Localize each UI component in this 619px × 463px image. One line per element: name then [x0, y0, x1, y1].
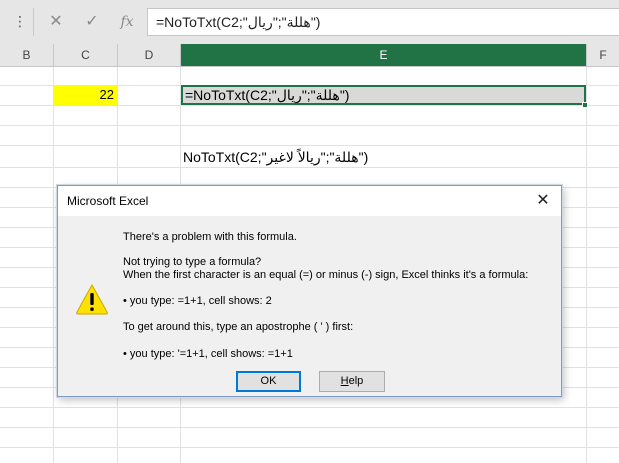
- grip-icon[interactable]: ⋮: [13, 13, 27, 29]
- help-button-label: elp: [348, 375, 364, 387]
- column-header-e[interactable]: E: [181, 44, 587, 66]
- row-line: [0, 447, 619, 448]
- row-line: [0, 427, 619, 428]
- warning-icon: [76, 283, 108, 315]
- enter-icon[interactable]: ✓: [80, 10, 104, 34]
- dialog-body: There's a problem with this formula. Not…: [58, 216, 561, 396]
- dialog-message-line: • you type: =1+1, cell shows: 2: [123, 295, 272, 307]
- cell-e5[interactable]: NoToTxt(C2;"هللة";"ريالاً لاغير"): [183, 147, 368, 167]
- cell-e2-active[interactable]: =NoToTxt(C2;"هللة";"ريال"): [181, 85, 586, 105]
- cell-c2[interactable]: 22: [54, 85, 118, 105]
- column-header-d[interactable]: D: [118, 44, 181, 66]
- row-line: [0, 167, 619, 168]
- cancel-icon[interactable]: ✕: [44, 10, 68, 34]
- formula-input[interactable]: =NoToTxt(C2;"هللة";"ريال"): [147, 8, 619, 36]
- dialog-title: Microsoft Excel: [67, 194, 149, 208]
- row-line: [0, 125, 619, 126]
- formula-bar-area: ⋮ ✕ ✓ fx =NoToTxt(C2;"هللة";"ريال"): [0, 0, 619, 44]
- fill-handle[interactable]: [582, 102, 588, 108]
- row-line: [0, 407, 619, 408]
- dialog-message-line: Not trying to type a formula?: [123, 256, 262, 268]
- ok-button[interactable]: OK: [236, 371, 301, 392]
- dialog-message-line: To get around this, type an apostrophe (…: [123, 321, 354, 333]
- column-line: [586, 67, 587, 463]
- column-line: [53, 67, 54, 463]
- column-headers: B C D E F: [0, 44, 619, 67]
- dialog-message-line: When the first character is an equal (=)…: [123, 269, 529, 281]
- close-icon[interactable]: ✕: [533, 191, 553, 211]
- row-line: [0, 145, 619, 146]
- help-button-accesskey: H: [340, 375, 349, 387]
- help-button[interactable]: Help: [319, 371, 385, 392]
- error-dialog: Microsoft Excel ✕ There's a problem with…: [57, 185, 562, 397]
- column-header-c[interactable]: C: [54, 44, 118, 66]
- column-header-f[interactable]: F: [587, 44, 619, 66]
- insert-function-icon[interactable]: fx: [115, 10, 139, 34]
- dialog-message-line: There's a problem with this formula.: [123, 231, 297, 243]
- dialog-message-line: • you type: '=1+1, cell shows: =1+1: [123, 348, 293, 360]
- row-line: [0, 105, 619, 106]
- formula-bar-separator: [33, 8, 34, 36]
- dialog-title-bar[interactable]: Microsoft Excel ✕: [58, 186, 561, 216]
- column-header-b[interactable]: B: [0, 44, 54, 66]
